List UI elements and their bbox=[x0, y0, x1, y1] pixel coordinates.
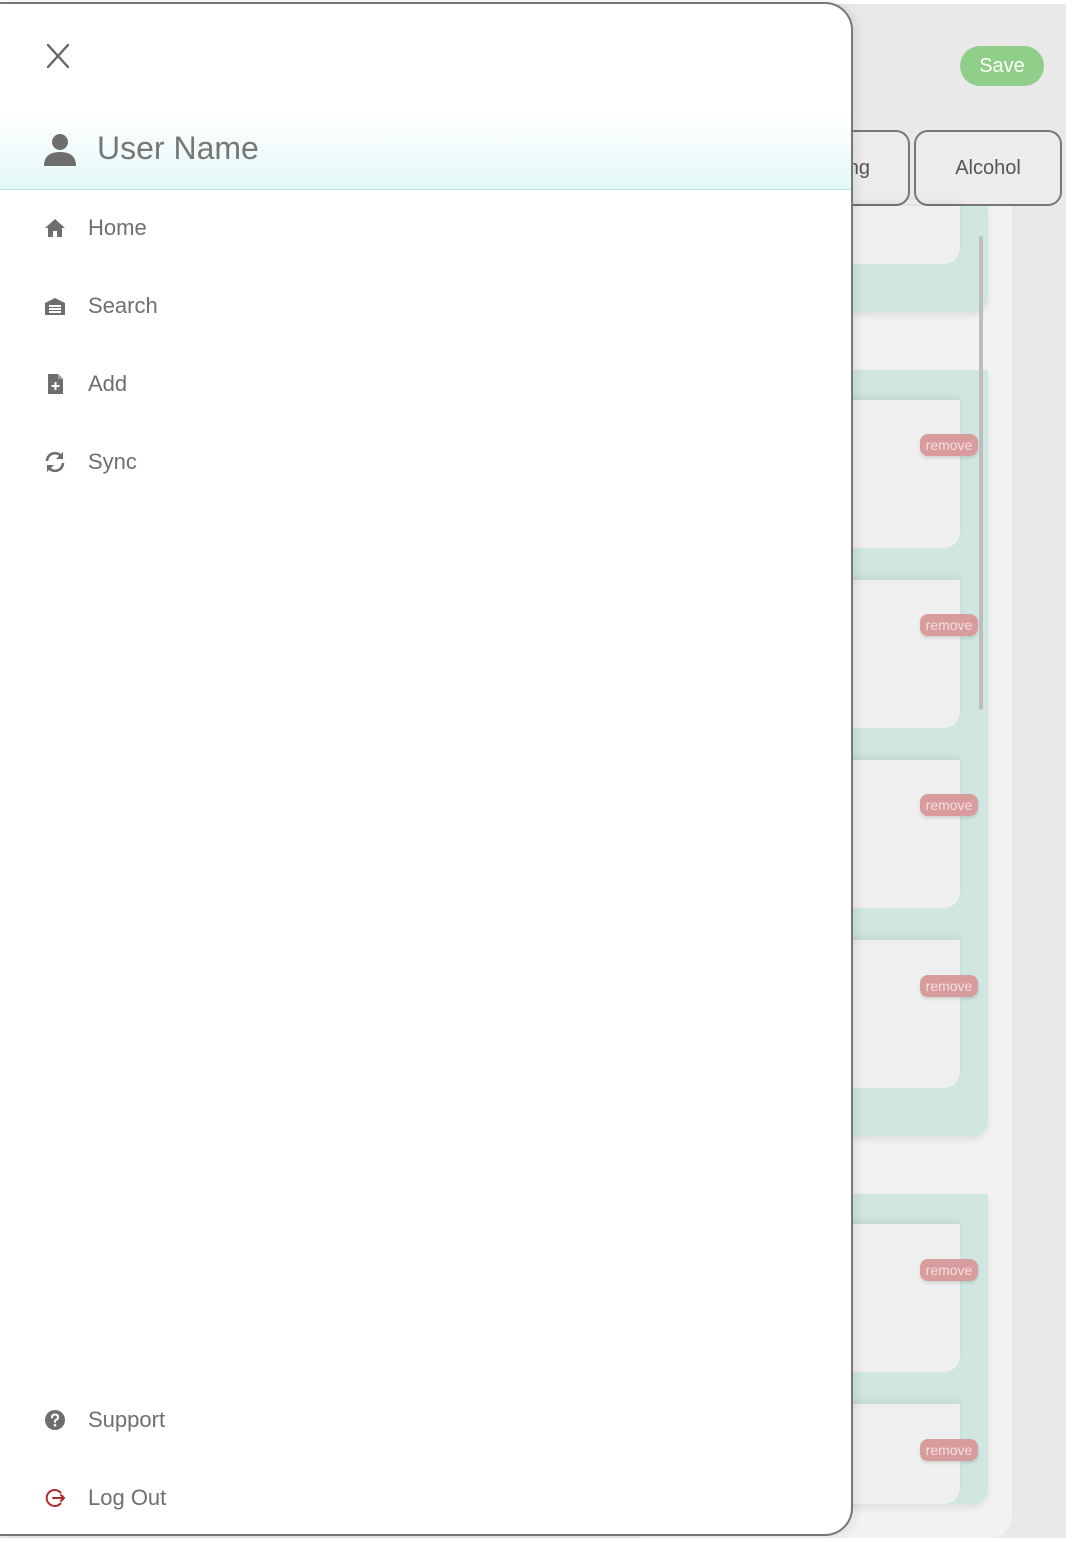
logout-icon bbox=[45, 1489, 65, 1507]
nav-item-sync[interactable]: Sync bbox=[0, 432, 851, 492]
scrollbar-thumb[interactable] bbox=[979, 236, 983, 710]
nav-item-add[interactable]: Add bbox=[0, 354, 851, 414]
user-header[interactable]: User Name bbox=[0, 110, 851, 190]
close-button[interactable] bbox=[40, 38, 76, 74]
remove-button[interactable]: remove bbox=[920, 1439, 978, 1461]
save-button[interactable]: Save bbox=[960, 46, 1044, 86]
user-name: User Name bbox=[97, 130, 259, 166]
remove-button[interactable]: remove bbox=[920, 975, 978, 997]
nav-label: Support bbox=[88, 1407, 166, 1432]
nav-label: Search bbox=[88, 293, 158, 318]
nav-item-search[interactable]: Search bbox=[0, 276, 851, 336]
nav-label: Sync bbox=[88, 449, 137, 474]
nav-item-logout[interactable]: Log Out bbox=[0, 1468, 851, 1528]
search-icon bbox=[45, 298, 65, 315]
sync-icon bbox=[45, 451, 65, 473]
nav-item-home[interactable]: Home bbox=[0, 198, 851, 258]
navigation-drawer: User Name Home Search Add Sync Support L… bbox=[0, 2, 853, 1536]
add-file-icon bbox=[48, 374, 63, 394]
remove-button[interactable]: remove bbox=[920, 434, 978, 456]
remove-button[interactable]: remove bbox=[920, 614, 978, 636]
nav-label: Log Out bbox=[88, 1485, 167, 1510]
nav-label: Home bbox=[88, 215, 147, 240]
tab-alcohol[interactable]: Alcohol bbox=[914, 130, 1062, 206]
nav-label: Add bbox=[88, 371, 128, 396]
home-icon bbox=[45, 219, 65, 237]
remove-button[interactable]: remove bbox=[920, 1259, 978, 1281]
remove-button[interactable]: remove bbox=[920, 794, 978, 816]
nav-item-support[interactable]: Support bbox=[0, 1390, 851, 1450]
help-icon bbox=[45, 1410, 65, 1430]
close-icon bbox=[46, 43, 70, 69]
person-icon bbox=[44, 134, 76, 166]
